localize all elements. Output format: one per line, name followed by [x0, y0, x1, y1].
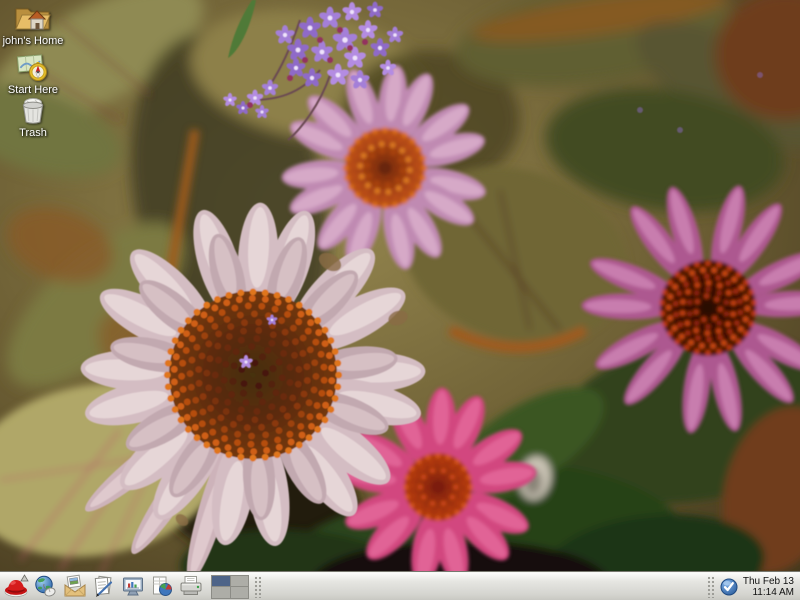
word-processor-launcher[interactable] [90, 574, 117, 600]
desktop-icon-johns-home[interactable]: john's Home [2, 2, 64, 47]
home-folder-icon [13, 2, 53, 34]
presentation-launcher[interactable] [119, 574, 146, 600]
menu-arrow-icon [20, 574, 29, 582]
desktop-root: john's Home Start Here [0, 0, 800, 600]
documents-pen-icon [91, 574, 117, 600]
web-browser-launcher[interactable] [32, 574, 59, 600]
taskbar-panel: Thu Feb 13 11:14 AM [0, 572, 800, 600]
clock-date: Thu Feb 13 [743, 576, 794, 587]
email-launcher[interactable] [61, 574, 88, 600]
sheet-pie-chart-icon [149, 574, 175, 600]
desktop-icon-start-here[interactable]: Start Here [2, 53, 64, 96]
printer-icon [178, 574, 204, 600]
clock-applet[interactable]: Thu Feb 13 11:14 AM [743, 576, 794, 598]
desktop-icon-label: Start Here [8, 84, 58, 96]
main-menu-button[interactable] [3, 574, 30, 600]
desktop-icon-label: Trash [19, 127, 47, 139]
workspace-2[interactable] [231, 576, 249, 587]
workspace-3[interactable] [212, 587, 230, 598]
envelope-photo-icon [62, 574, 88, 600]
desktop-icon-trash[interactable]: Trash [2, 96, 64, 139]
globe-mouse-icon [33, 574, 59, 600]
panel-handle-right[interactable] [707, 576, 714, 598]
wallpaper-coneflowers [0, 0, 800, 600]
clock-time: 11:14 AM [743, 587, 794, 598]
workspace-4[interactable] [231, 587, 249, 598]
workspace-switcher[interactable] [211, 575, 249, 599]
update-alert-icon[interactable] [719, 577, 739, 597]
panel-handle-left[interactable] [254, 576, 261, 598]
desktop-icon-label: john's Home [3, 35, 64, 47]
screen-chart-icon [120, 574, 146, 600]
blue-check-circle-icon [720, 578, 738, 596]
spreadsheet-launcher[interactable] [148, 574, 175, 600]
print-manager-launcher[interactable] [177, 574, 204, 600]
trash-can-icon [18, 96, 48, 126]
start-here-compass-icon [16, 53, 50, 83]
workspace-1[interactable] [212, 576, 230, 587]
